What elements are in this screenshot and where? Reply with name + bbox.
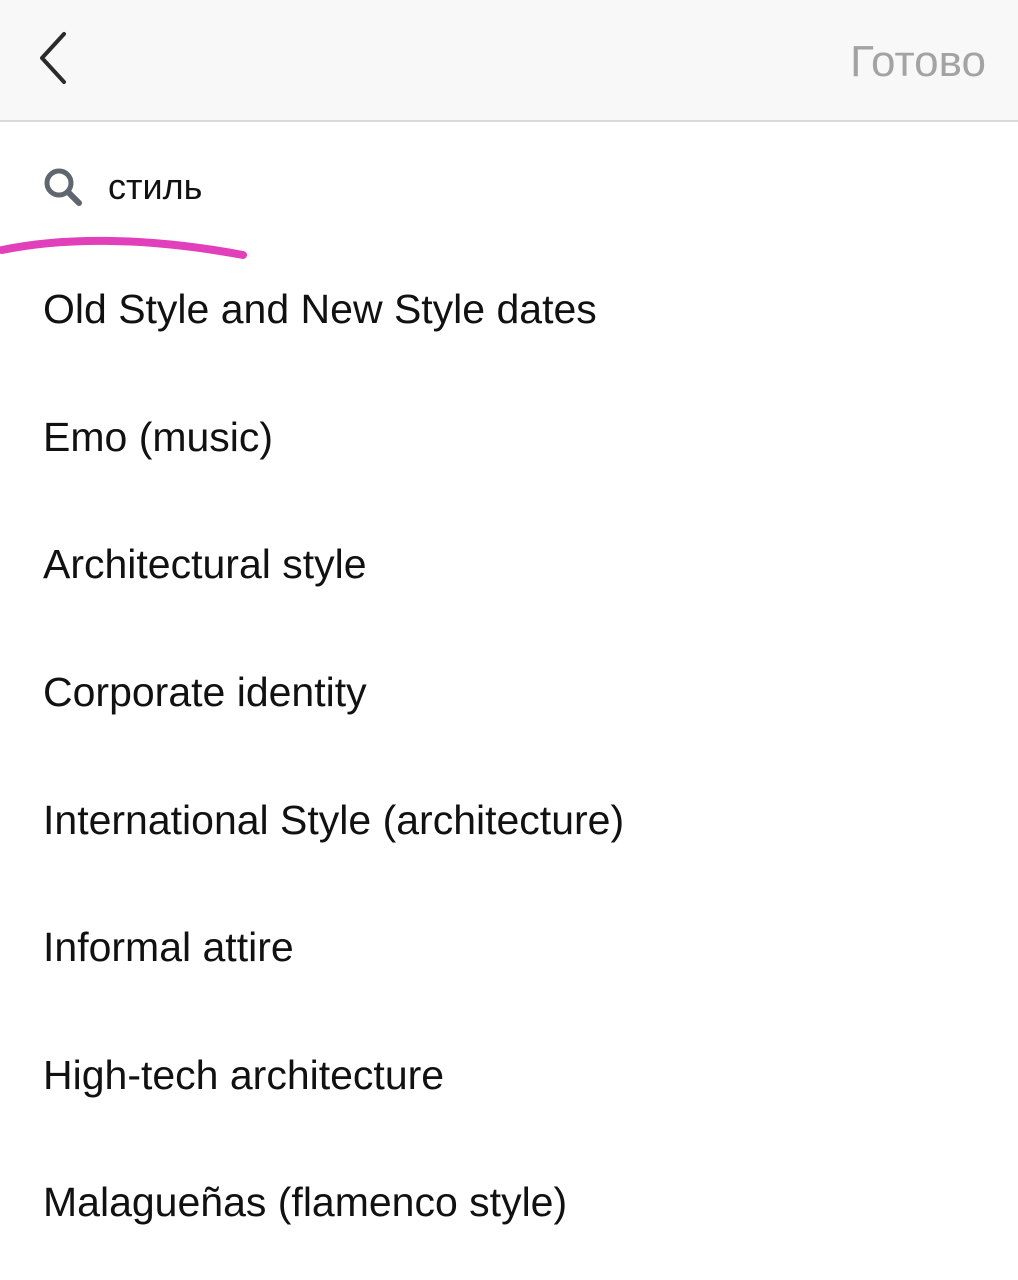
navigation-bar: Готово [0, 0, 1018, 122]
search-icon [44, 168, 82, 206]
search-results-list: Old Style and New Style dates Emo (music… [0, 246, 1018, 1267]
chevron-left-icon [40, 32, 66, 84]
list-item[interactable]: Old Style and New Style dates [0, 246, 1018, 374]
list-item[interactable]: High-tech architecture [0, 1012, 1018, 1140]
back-button[interactable] [18, 18, 98, 98]
list-item[interactable]: Architectural style [0, 501, 1018, 629]
list-item[interactable]: Corporate identity [0, 629, 1018, 757]
list-item[interactable]: Informal attire [0, 884, 1018, 1012]
list-item[interactable]: International Style (architecture) [0, 756, 1018, 884]
done-button[interactable]: Готово [850, 36, 986, 88]
search-input[interactable] [108, 162, 808, 212]
list-item[interactable]: Emo (music) [0, 374, 1018, 502]
list-item[interactable]: Malagueñas (flamenco style) [0, 1139, 1018, 1267]
